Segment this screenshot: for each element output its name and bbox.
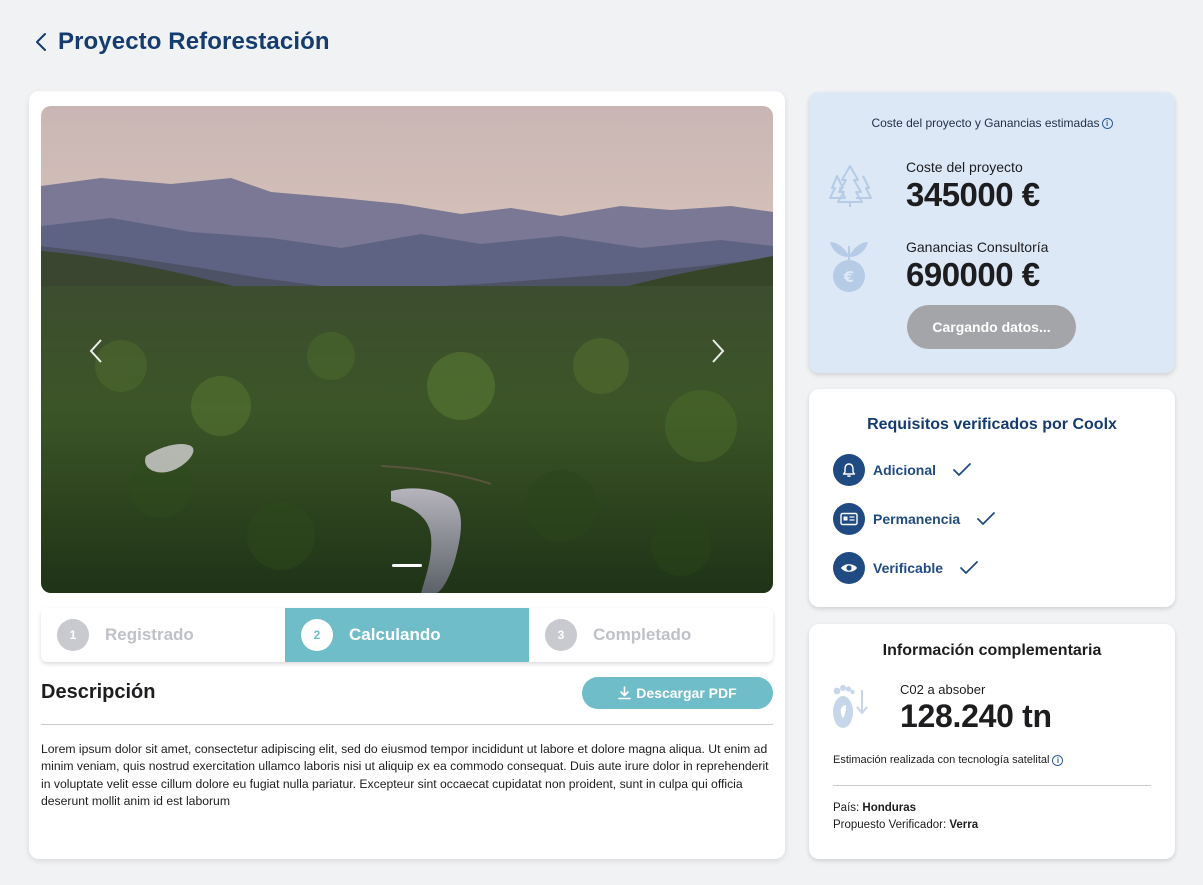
country-label: País: [833,802,863,814]
image-carousel[interactable] [41,106,773,593]
step-label: Calculando [349,625,441,644]
carousel-indicator[interactable] [392,564,422,567]
country-line: País: Honduras [833,802,916,814]
carousel-prev-button[interactable] [81,334,111,368]
country-value: Honduras [862,802,917,814]
svg-text:€: € [843,268,854,286]
check-icon [976,511,996,527]
requirement-permanencia: Permanencia [833,503,996,535]
download-pdf-label: Descargar PDF [636,685,737,701]
back-link[interactable]: Proyecto Reforestación [34,26,330,58]
chevron-left-icon[interactable] [34,30,50,54]
step-label: Completado [593,625,692,644]
verifier-label: Propuesto Verificador: [833,819,950,831]
step-label: Registrado [105,625,194,644]
complementary-info-title: Información complementaria [882,642,1102,659]
requirement-label: Verificable [873,560,944,576]
project-cost-value: 345000 € [906,176,1040,213]
step-number: 1 [57,619,89,651]
requirement-label: Permanencia [873,511,961,527]
description-title: Descripción [41,681,156,703]
forest-landscape-image [41,106,773,593]
step-calculando: 2 Calculando [285,608,529,662]
chevron-left-icon [89,339,102,363]
carousel-next-button[interactable] [703,334,733,368]
cost-card-header-text: Coste del proyecto y Ganancias estimadas [871,116,1100,130]
step-number: 2 [301,619,333,651]
bell-icon [833,454,865,486]
divider [41,724,773,725]
requirement-verificable: Verificable [833,552,979,584]
earnings-value: 690000 € [906,256,1040,293]
estimation-text: Estimación realizada con tecnología sate… [833,754,1050,766]
divider [833,785,1151,786]
step-registrado: 1 Registrado [41,608,285,662]
project-main-card: 1 Registrado 2 Calculando 3 Completado D… [29,91,785,859]
verifier-value: Verra [949,819,979,831]
requirements-card: Requisitos verificados por Coolx Adicion… [809,389,1175,607]
page-title: Proyecto Reforestación [58,28,330,55]
requirement-adicional: Adicional [833,454,972,486]
check-icon [959,560,979,576]
check-icon [952,462,972,478]
complementary-info-card: Información complementaria C02 a absober… [809,624,1175,859]
step-number: 3 [545,619,577,651]
eye-icon [833,552,865,584]
co2-label: C02 a absober [900,682,986,697]
co2-value: 128.240 tn [900,698,1052,734]
info-icon[interactable]: i [1052,754,1064,766]
download-pdf-button[interactable]: Descargar PDF [582,677,773,709]
trees-icon [828,162,872,213]
loading-data-button[interactable]: Cargando datos... [907,305,1076,349]
cost-card: Coste del proyecto y Ganancias estimadas… [809,92,1175,373]
money-plant-icon: € [828,236,870,299]
project-cost-label: Coste del proyecto [906,159,1023,175]
requirements-title: Requisitos verificados por Coolx [867,416,1117,433]
estimation-note: Estimación realizada con tecnología sate… [833,754,1064,766]
description-text: Lorem ipsum dolor sit amet, consectetur … [41,742,769,808]
download-icon [618,686,632,700]
cost-card-header: Coste del proyecto y Ganancias estimadas… [809,116,1175,130]
earnings-label: Ganancias Consultoría [906,239,1049,255]
info-icon[interactable]: i [1101,117,1113,129]
requirement-label: Adicional [873,462,937,478]
step-completado: 3 Completado [529,608,773,662]
id-card-icon [833,503,865,535]
footprint-icon [829,680,869,741]
progress-steps: 1 Registrado 2 Calculando 3 Completado [41,608,773,662]
verifier-line: Propuesto Verificador: Verra [833,819,978,831]
chevron-right-icon [712,339,725,363]
